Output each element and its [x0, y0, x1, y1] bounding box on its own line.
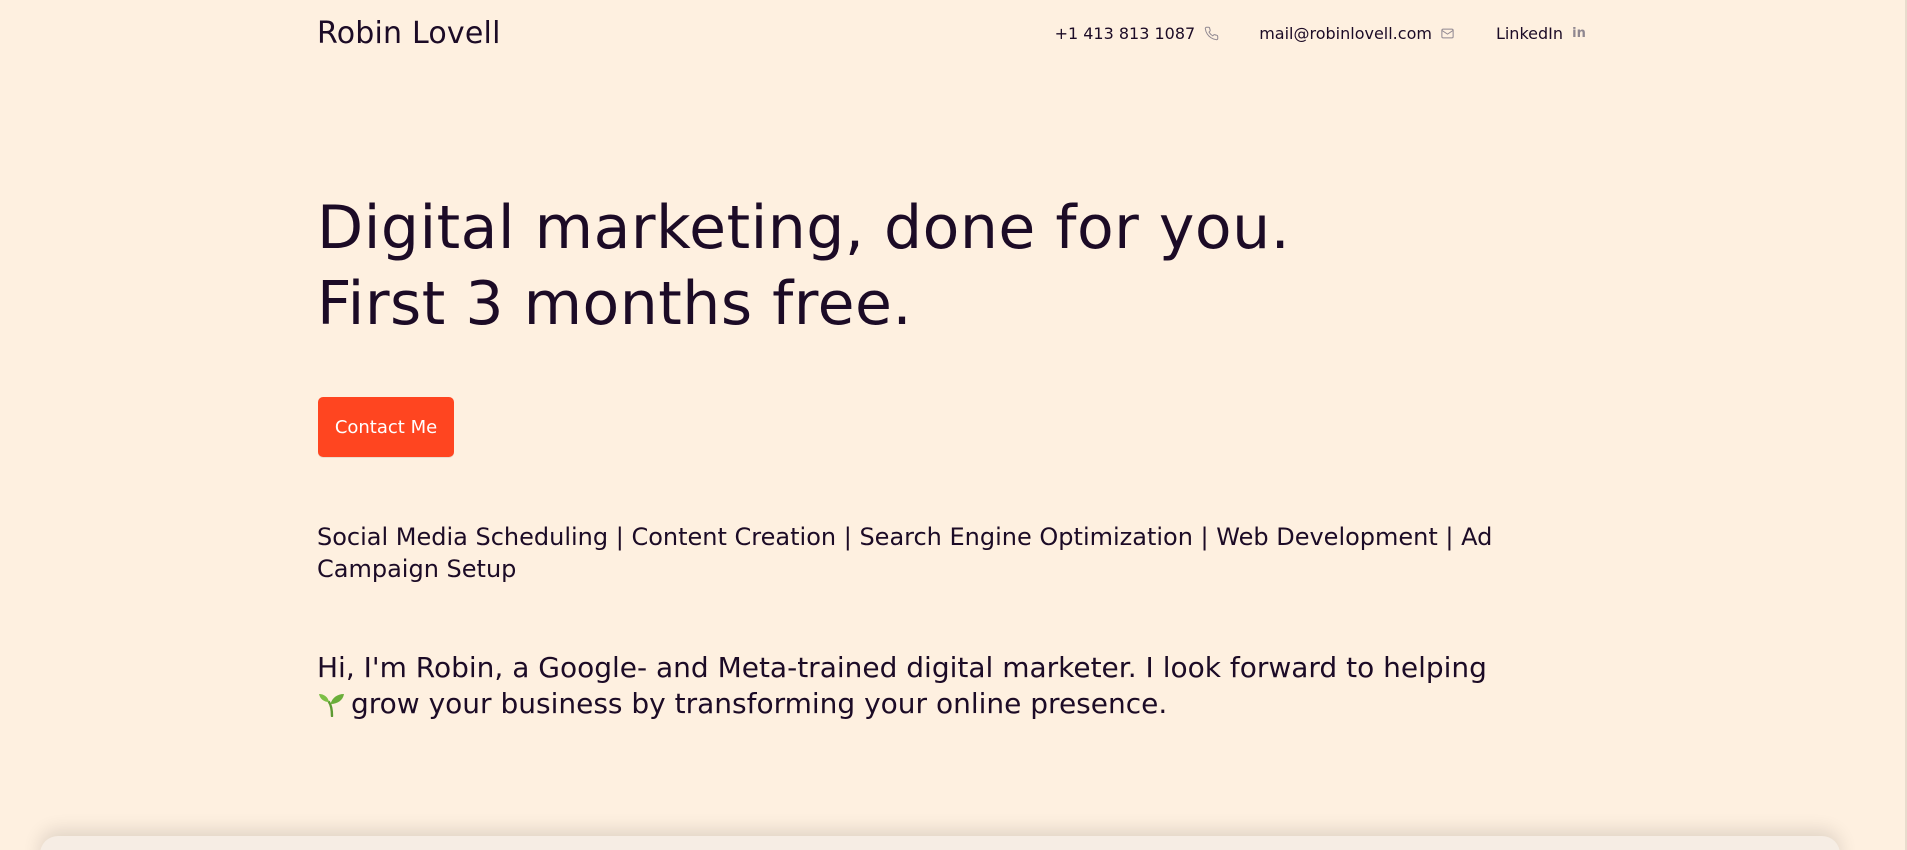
phone-icon [1203, 25, 1219, 41]
intro-text-end: grow your business by transforming your … [351, 687, 1168, 720]
linkedin-link-label: LinkedIn [1495, 23, 1563, 43]
phone-link[interactable]: +1 413 813 1087 [1055, 24, 1220, 43]
linkedin-link[interactable]: LinkedIn in [1496, 24, 1587, 43]
intro-paragraph: Hi, I'm Robin, a Google- and Meta-traine… [317, 650, 1617, 722]
page: Robin Lovell +1 413 813 1087 mail@robinl… [0, 0, 1907, 850]
linkedin-icon: in [1572, 25, 1586, 41]
brand-logo-text[interactable]: Robin Lovell [317, 16, 501, 51]
phone-link-label: +1 413 813 1087 [1054, 23, 1196, 43]
contact-nav: +1 413 813 1087 mail@robinlovell.com Lin… [1055, 24, 1587, 43]
sprout-icon [317, 690, 347, 718]
next-section-card [40, 836, 1840, 850]
services-list: Social Media Scheduling | Content Creati… [317, 523, 1493, 583]
headline-line-1: Digital marketing, done for you. [317, 193, 1291, 263]
mail-icon [1440, 25, 1456, 41]
intro-text-start: Hi, I'm Robin, a Google- and Meta-traine… [317, 651, 1487, 684]
email-link-label: mail@robinlovell.com [1259, 23, 1432, 43]
contact-me-button[interactable]: Contact Me [318, 397, 454, 457]
site-header: Robin Lovell +1 413 813 1087 mail@robinl… [317, 12, 1587, 54]
email-link[interactable]: mail@robinlovell.com [1259, 24, 1456, 43]
headline-line-2: First 3 months free. [317, 269, 913, 339]
hero-headline: Digital marketing, done for you. First 3… [317, 190, 1617, 342]
